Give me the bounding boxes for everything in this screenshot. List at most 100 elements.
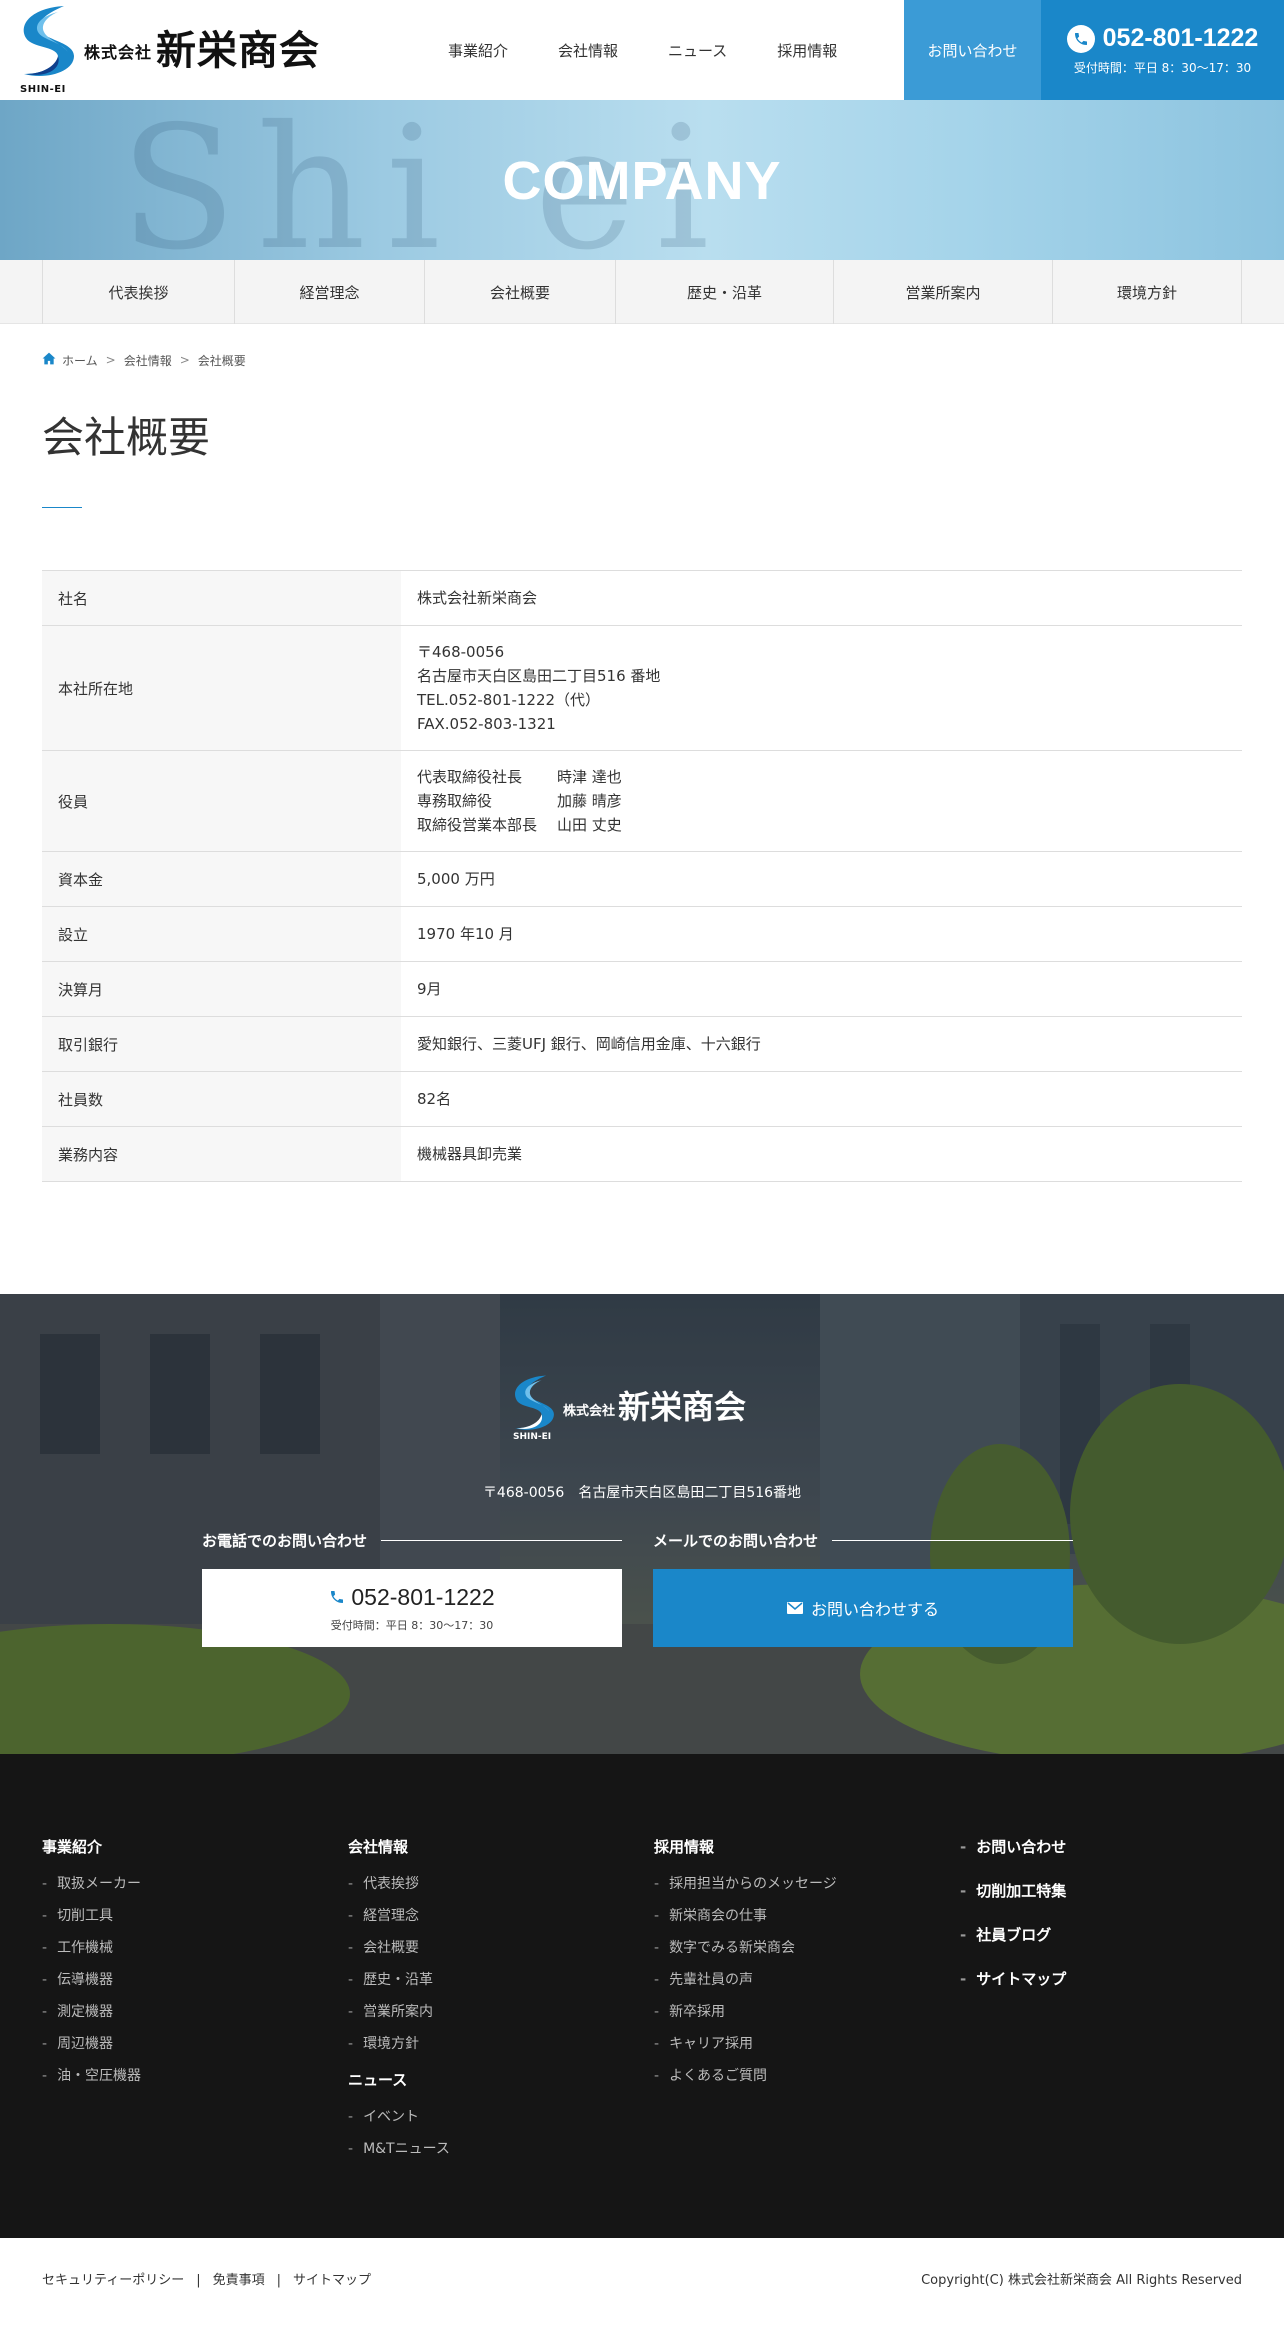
footer-link[interactable]: 会社概要 — [348, 1937, 638, 1957]
row-value-banks: 愛知銀行、三菱UFJ 銀行、岡崎信用金庫、十六銀行 — [417, 1035, 761, 1053]
footer-heading-company[interactable]: 会社情報 — [348, 1836, 638, 1857]
subnav-philosophy[interactable]: 経営理念 — [234, 260, 424, 324]
footer-link[interactable]: 新栄商会の仕事 — [654, 1905, 944, 1925]
row-label-banks: 取引銀行 — [42, 1016, 401, 1072]
nav-recruit[interactable]: 採用情報 — [777, 40, 837, 61]
contact-tel-hours: 受付時間：平日 8：30～17：30 — [330, 1618, 494, 1632]
contact-logo-kabushiki: 株式会社 — [563, 1403, 616, 1419]
mail-contact-button[interactable]: お問い合わせする — [653, 1569, 1073, 1647]
footer-link[interactable]: 数字でみる新栄商会 — [654, 1937, 944, 1957]
breadcrumb-home[interactable]: ホーム — [62, 352, 98, 369]
footer-link[interactable]: 測定機器 — [42, 2001, 332, 2021]
row-label-name: 社名 — [42, 570, 401, 626]
footer-link[interactable]: イベント — [348, 2106, 638, 2126]
footer-col-links: お問い合わせ 切削加工特集 社員ブログ サイトマップ — [960, 1836, 1250, 2012]
footer-link[interactable]: 周辺機器 — [42, 2033, 332, 2053]
footer-link[interactable]: 採用担当からのメッセージ — [654, 1873, 944, 1893]
mail-contact-button-label: お問い合わせする — [810, 1600, 939, 1619]
phone-contact-block: お電話でのお問い合わせ 052-801-1222 受付時間：平日 8：30～17… — [202, 1530, 622, 1647]
row-value-name: 株式会社新栄商会 — [417, 589, 538, 607]
row-value-fiscal: 9月 — [417, 980, 442, 998]
subnav-history[interactable]: 歴史・沿革 — [615, 260, 833, 324]
page-title: 会社概要 — [42, 413, 211, 462]
link-security-policy[interactable]: セキュリティーポリシー — [42, 2273, 184, 2288]
footer-link[interactable]: 取扱メーカー — [42, 1873, 332, 1893]
row-label-founded: 設立 — [42, 906, 401, 962]
footer-link-contact[interactable]: お問い合わせ — [960, 1836, 1250, 1857]
footer-link[interactable]: 新卒採用 — [654, 2001, 944, 2021]
bottom-bar: セキュリティーポリシー | 免責事項 | サイトマップ Copyright(C) 株式会… — [0, 2238, 1284, 2318]
row-value-employees: 82名 — [417, 1090, 452, 1108]
address-tel: TEL.052-801-1222（代） — [417, 691, 601, 709]
footer-link-sitemap[interactable]: サイトマップ — [960, 1968, 1250, 1989]
footer-heading-recruit[interactable]: 採用情報 — [654, 1836, 944, 1857]
breadcrumb-company[interactable]: 会社情報 — [124, 352, 172, 369]
table-row: 本社所在地 〒468-0056 名古屋市天白区島田二丁目516 番地 TEL.0… — [42, 625, 1242, 751]
executive-role: 取締役営業本部長 — [417, 816, 538, 834]
link-separator: | — [276, 2272, 282, 2288]
executive-name: 山田 丈史 — [557, 816, 622, 834]
footer-link[interactable]: 経営理念 — [348, 1905, 638, 1925]
row-value-address: 〒468-0056 名古屋市天白区島田二丁目516 番地 TEL.052-801… — [401, 626, 1242, 751]
global-nav: 事業紹介 会社情報 ニュース 採用情報 — [448, 0, 837, 100]
footer-link[interactable]: 代表挨拶 — [348, 1873, 638, 1893]
footer-link[interactable]: よくあるご質問 — [654, 2065, 944, 2085]
nav-company[interactable]: 会社情報 — [558, 40, 618, 61]
footer-link[interactable]: 工作機械 — [42, 1937, 332, 1957]
link-disclaimer[interactable]: 免責事項 — [213, 2273, 265, 2288]
footer-link[interactable]: 油・空圧機器 — [42, 2065, 332, 2085]
copyright: Copyright(C) 株式会社新栄商会 All Rights Reserve… — [921, 2272, 1242, 2288]
footer-link[interactable]: 切削工具 — [42, 1905, 332, 1925]
footer-link[interactable]: キャリア採用 — [654, 2033, 944, 2053]
header-tel-box[interactable]: 052-801-1222 受付時間：平日 8：30～17：30 — [1041, 0, 1284, 100]
footer-link[interactable]: 営業所案内 — [348, 2001, 638, 2021]
logo-text: 株式会社 新栄商会 — [84, 18, 320, 76]
nav-news[interactable]: ニュース — [668, 40, 727, 61]
executive-role: 専務取締役 — [417, 792, 493, 810]
mail-contact-heading: メールでのお問い合わせ — [653, 1530, 1073, 1551]
subnav-environment[interactable]: 環境方針 — [1052, 260, 1242, 324]
footer-link[interactable]: 伝導機器 — [42, 1969, 332, 1989]
footer-col-business: 事業紹介 取扱メーカー 切削工具 工作機械 伝導機器 測定機器 周辺機器 油・空… — [42, 1836, 332, 2097]
executive-name: 加藤 晴彦 — [557, 792, 622, 810]
header-contact-button[interactable]: お問い合わせ — [904, 0, 1041, 100]
phone-contact-card[interactable]: 052-801-1222 受付時間：平日 8：30～17：30 — [202, 1569, 622, 1647]
contact-logo-name: 新栄商会 — [618, 1388, 747, 1426]
subnav-offices[interactable]: 営業所案内 — [833, 260, 1052, 324]
row-label-fiscal: 決算月 — [42, 961, 401, 1017]
row-label-capital: 資本金 — [42, 851, 401, 907]
footer-col-recruit: 採用情報 採用担当からのメッセージ 新栄商会の仕事 数字でみる新栄商会 先輩社員… — [654, 1836, 944, 2097]
footer-link[interactable]: M&Tニュース — [348, 2138, 638, 2158]
home-icon[interactable] — [42, 352, 56, 368]
footer-link-blog[interactable]: 社員ブログ — [960, 1924, 1250, 1945]
header-tel-hours: 受付時間：平日 8：30～17：30 — [1073, 61, 1252, 75]
company-subnav: 代表挨拶 経営理念 会社概要 歴史・沿革 営業所案内 環境方針 — [0, 260, 1284, 324]
nav-business[interactable]: 事業紹介 — [448, 40, 508, 61]
row-value-business: 機械器具卸売業 — [417, 1145, 523, 1163]
link-sitemap[interactable]: サイトマップ — [293, 2273, 371, 2288]
footer-link[interactable]: 環境方針 — [348, 2033, 638, 2053]
site-logo[interactable]: 株式会社 新栄商会 SHIN-EI — [12, 4, 332, 96]
footer-heading-business[interactable]: 事業紹介 — [42, 1836, 332, 1857]
row-value-capital: 5,000 万円 — [417, 870, 495, 888]
link-separator: | — [196, 2272, 201, 2288]
table-row: 設立 1970 年10 月 — [42, 906, 1242, 962]
contact-tel: 052-801-1222 — [329, 1584, 495, 1611]
footer-link-cutting[interactable]: 切削加工特集 — [960, 1880, 1250, 1901]
footer-link[interactable]: 歴史・沿革 — [348, 1969, 638, 1989]
footer-link[interactable]: 先輩社員の声 — [654, 1969, 944, 1989]
subnav-greeting[interactable]: 代表挨拶 — [42, 260, 234, 324]
header-tel-number: 052-801-1222 — [1102, 24, 1259, 52]
subnav-overview[interactable]: 会社概要 — [424, 260, 615, 324]
hero-title: COMPANY — [502, 151, 782, 211]
footer-heading-news[interactable]: ニュース — [348, 2069, 638, 2090]
header-tel: 052-801-1222 — [1066, 24, 1259, 53]
executive-entry: 代表取締役社長 時津 達也 — [417, 765, 1226, 789]
executive-name: 時津 達也 — [557, 768, 622, 786]
contact-band-logo: 株式会社新栄商会 SHIN-EI — [505, 1374, 785, 1444]
site-footer: 事業紹介 取扱メーカー 切削工具 工作機械 伝導機器 測定機器 周辺機器 油・空… — [0, 1754, 1284, 2238]
contact-address: 〒468-0056 名古屋市天白区島田二丁目516番地 — [482, 1485, 802, 1501]
executive-entry: 取締役営業本部長 山田 丈史 — [417, 813, 1226, 837]
footer-col-company: 会社情報 代表挨拶 経営理念 会社概要 歴史・沿革 営業所案内 環境方針 ニュー… — [348, 1836, 638, 2170]
row-label-employees: 社員数 — [42, 1071, 401, 1127]
